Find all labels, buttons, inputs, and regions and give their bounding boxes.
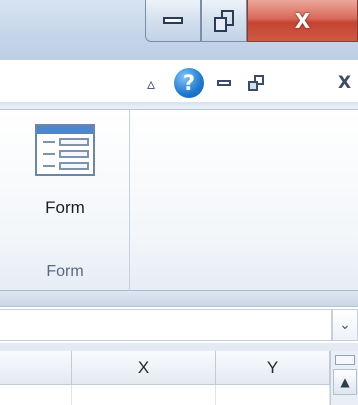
workbook-close-button[interactable]: X (331, 68, 358, 98)
restore-icon (248, 75, 264, 91)
ribbon-bottom-strip (0, 291, 358, 307)
form-button[interactable]: Form (34, 118, 96, 246)
column-header-row: X Y (0, 351, 330, 385)
form-icon (35, 124, 95, 176)
formula-input[interactable] (0, 309, 332, 341)
ribbon-controls: ▵ ? X (0, 62, 358, 102)
grid-cell[interactable] (72, 385, 216, 405)
title-bar: X (0, 0, 358, 60)
group-label: Form (46, 263, 84, 280)
split-box[interactable] (335, 355, 355, 365)
grid-row (0, 385, 330, 405)
window-close-button[interactable]: X (247, 0, 358, 42)
scroll-up-button[interactable]: ▲ (333, 369, 357, 395)
expand-formula-bar-button[interactable]: ⌄ (332, 309, 358, 341)
chevron-down-icon: ⌄ (339, 317, 351, 333)
ribbon: Form Form (0, 110, 358, 291)
window-minimize-button[interactable] (145, 0, 201, 42)
help-icon: ? (174, 68, 204, 98)
window-controls: X (145, 0, 358, 42)
column-header[interactable] (0, 351, 72, 385)
caret-up-icon: ▵ (146, 73, 156, 93)
close-icon: X (337, 73, 352, 93)
grid-cell[interactable] (0, 385, 72, 405)
arrow-up-icon: ▲ (340, 375, 350, 389)
minimize-icon (163, 17, 183, 24)
workbook-minimize-button[interactable] (211, 68, 237, 98)
ribbon-group-form: Form Form (0, 110, 130, 291)
minimize-icon (217, 80, 231, 86)
formula-area: ⌄ (0, 307, 358, 343)
maximize-icon (214, 9, 234, 32)
window-maximize-button[interactable] (201, 0, 247, 42)
column-header-y[interactable]: Y (216, 351, 330, 385)
minimize-ribbon-button[interactable]: ▵ (138, 68, 164, 98)
grid-cell[interactable] (216, 385, 330, 405)
column-header-x[interactable]: X (72, 351, 216, 385)
ribbon-tab-strip (0, 102, 358, 110)
form-button-label: Form (45, 198, 85, 217)
vertical-scrollbar[interactable]: ▲ (330, 351, 358, 405)
help-button[interactable]: ? (172, 68, 206, 98)
grid-separator (0, 343, 358, 351)
workbook-restore-button[interactable] (243, 68, 269, 98)
close-icon: X (294, 8, 311, 33)
